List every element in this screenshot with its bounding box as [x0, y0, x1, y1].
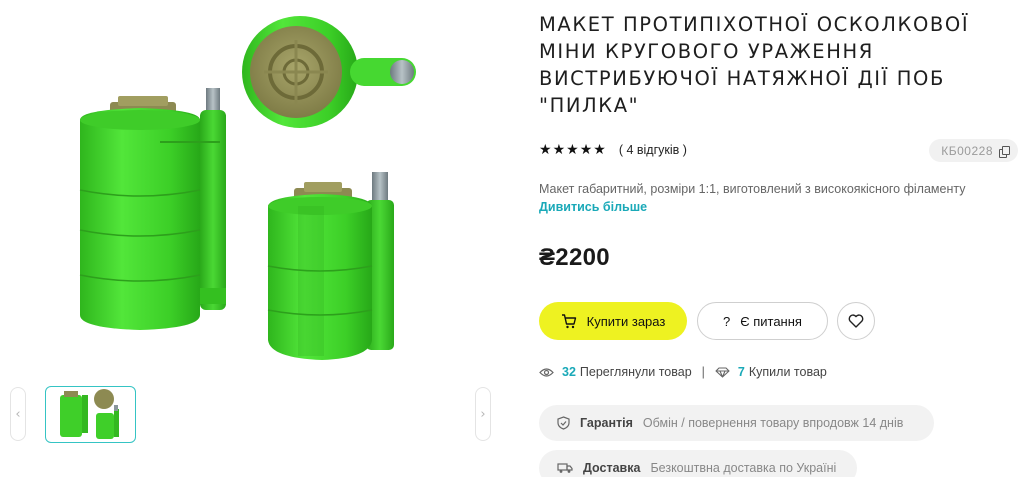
delivery-pill: Доставка Безкоштвна доставка по Україні — [539, 450, 857, 477]
guarantee-text: Обмін / повернення товару впродовж 14 дн… — [642, 416, 904, 430]
model-side-left — [79, 88, 226, 330]
sku-badge[interactable]: КБ00228 — [929, 139, 1018, 162]
star-icon: ★ — [579, 142, 593, 158]
buy-now-label: Купити зараз — [586, 313, 666, 329]
views-count: 32 — [562, 365, 576, 379]
cart-icon — [561, 313, 577, 329]
guarantee-title: Гарантія — [580, 416, 633, 430]
model-side-right — [267, 172, 394, 360]
product-price: ₴2200 — [539, 244, 610, 271]
copy-icon[interactable] — [999, 145, 1010, 158]
star-icon: ★ — [539, 142, 552, 158]
product-title: МАКЕТ ПРОТИПІХОТНОЇ ОСКОЛКОВОЇ МІНИ КРУГ… — [539, 13, 970, 117]
star-icon: ★ — [552, 142, 566, 158]
delivery-text: Безкоштвна доставка по Україні — [650, 461, 837, 475]
question-icon: ? — [723, 313, 731, 329]
shield-icon — [557, 416, 570, 430]
product-stats: 32 Переглянули товар | 7 Купили товар — [539, 363, 827, 381]
product-gallery: ‹ › — [0, 0, 520, 477]
product-info: МАКЕТ ПРОТИПІХОТНОЇ ОСКОЛКОВОЇ МІНИ КРУГ… — [539, 0, 1024, 477]
delivery-title: Доставка — [583, 461, 641, 475]
sku-code: КБ00228 — [941, 143, 993, 158]
thumbnail-strip: ‹ › — [8, 386, 494, 444]
star-icon: ★ — [593, 142, 606, 158]
diamond-icon — [715, 366, 730, 378]
heart-icon — [848, 314, 864, 328]
thumbnail-active[interactable] — [45, 386, 136, 443]
question-button[interactable]: ? Є питання — [697, 302, 828, 340]
rating-stars: ★ ★ ★ ★ ★ — [539, 143, 606, 157]
star-icon: ★ — [566, 142, 579, 158]
product-description: Макет габаритний, розміри 1:1, виготовле… — [539, 182, 966, 196]
bought-count: 7 — [737, 365, 745, 379]
wishlist-button[interactable] — [837, 302, 875, 340]
thumb-prev-button[interactable]: ‹ — [10, 387, 26, 441]
eye-icon — [539, 367, 554, 378]
reviews-link[interactable]: ( 4 відгуків ) — [619, 143, 687, 157]
model-top-view — [242, 16, 416, 128]
bought-label: Купили товар — [748, 365, 827, 379]
question-label: Є питання — [740, 313, 802, 329]
views-label: Переглянули товар — [579, 365, 692, 379]
truck-icon — [557, 462, 573, 474]
stats-separator: | — [701, 365, 705, 379]
guarantee-pill: Гарантія Обмін / повернення товару впрод… — [539, 405, 934, 441]
buy-now-button[interactable]: Купити зараз — [539, 302, 687, 340]
show-more-link[interactable]: Дивитись більше — [539, 200, 647, 214]
main-product-image[interactable] — [60, 10, 440, 370]
thumb-next-button[interactable]: › — [475, 387, 491, 441]
